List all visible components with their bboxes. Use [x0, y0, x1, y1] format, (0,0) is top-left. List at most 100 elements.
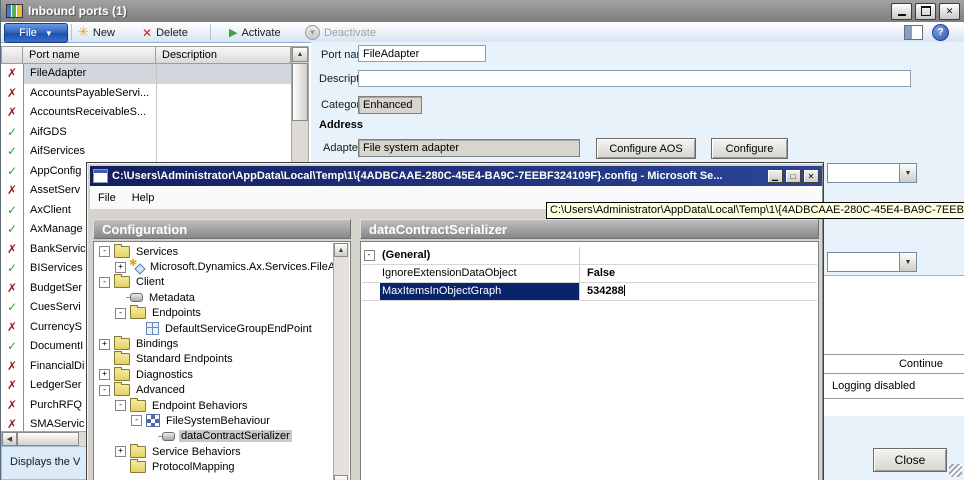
port-name-input[interactable] [358, 45, 486, 62]
scroll-thumb[interactable] [17, 432, 79, 446]
combo-value [828, 164, 899, 182]
tree-item[interactable]: +Microsoft.Dynamics.Ax.Services.FileA [95, 259, 334, 274]
port-name-column-header[interactable]: Port name [23, 46, 156, 64]
new-icon: ✳ [78, 26, 89, 39]
expand-icon[interactable]: + [99, 339, 110, 350]
combo-box-middle[interactable]: ▼ [827, 252, 917, 272]
tree-item[interactable]: - Endpoints [95, 306, 334, 321]
tree-item-label: Bindings [134, 338, 180, 350]
tree-item[interactable]: + Bindings [95, 336, 334, 351]
help-icon: ? [932, 24, 949, 41]
close-button[interactable]: Close [873, 448, 947, 472]
scroll-down-button[interactable]: ▼ [334, 475, 348, 480]
description-input[interactable] [358, 70, 911, 87]
expand-icon[interactable]: + [115, 262, 126, 273]
config-minimize-button[interactable]: ▁ [767, 169, 783, 183]
status-column-header[interactable] [1, 46, 23, 64]
tree-item-label: Endpoints [150, 307, 203, 319]
description-cell [157, 142, 291, 162]
collapse-icon[interactable]: - [99, 246, 110, 257]
port-name-cell: AccountsReceivableS... [24, 103, 157, 123]
property-group-label: (General) [380, 247, 579, 264]
path-tooltip: C:\Users\Administrator\AppData\Local\Tem… [546, 202, 964, 219]
file-menu-button[interactable]: File ▼ [4, 23, 68, 43]
collapse-icon[interactable]: - [99, 385, 110, 396]
configure-aos-button[interactable]: Configure AOS [596, 138, 696, 159]
combo-box-top[interactable]: ▼ [827, 163, 917, 183]
main-titlebar: Inbound ports (1) ✕ [1, 0, 964, 22]
config-maximize-button[interactable]: □ [785, 169, 801, 183]
tree-item[interactable]: +Service Behaviors [95, 444, 334, 459]
delete-icon: ✕ [142, 26, 152, 40]
description-cell [157, 103, 291, 123]
collapse-icon[interactable]: - [364, 250, 375, 261]
delete-button[interactable]: ✕ Delete [142, 24, 188, 41]
maximize-icon [921, 6, 931, 16]
tree-item[interactable]: -Client [95, 275, 334, 290]
scroll-up-button[interactable]: ▲ [334, 243, 348, 257]
new-label: New [93, 27, 115, 39]
tree-item[interactable]: -FileSystemBehaviour [95, 413, 334, 428]
resize-grip[interactable] [949, 464, 962, 477]
collapse-icon[interactable]: - [115, 400, 126, 411]
table-row[interactable]: ✓AifServices [1, 142, 291, 162]
active-check-icon: ✓ [1, 298, 24, 318]
property-group-row[interactable]: - (General) [362, 247, 817, 265]
scroll-left-button[interactable]: ◀ [2, 432, 17, 446]
scroll-up-button[interactable]: ▲ [292, 47, 308, 62]
expand-icon[interactable]: + [99, 369, 110, 380]
collapse-icon[interactable]: - [131, 415, 142, 426]
collapse-icon[interactable]: - [115, 308, 126, 319]
expand-icon[interactable]: + [115, 446, 126, 457]
deactivate-button[interactable]: ▼ Deactivate [305, 24, 376, 41]
tree-item-label: DefaultServiceGroupEndPoint [163, 323, 314, 335]
minimize-button[interactable] [891, 3, 912, 20]
table-row[interactable]: ✗AccountsPayableServi... [1, 84, 291, 104]
menu-file[interactable]: File [90, 189, 124, 207]
toggle-pane-button[interactable] [904, 24, 923, 41]
config-close-button[interactable]: ✕ [803, 169, 819, 183]
property-value-editing[interactable]: 534288 [579, 283, 817, 300]
inactive-x-icon: ✗ [1, 84, 24, 104]
file-menu-label: File [19, 27, 37, 39]
scroll-thumb[interactable] [292, 63, 308, 121]
help-button[interactable]: ? [932, 24, 949, 41]
port-name-cell: AccountsPayableServi... [24, 84, 157, 104]
tree-item[interactable]: ProtocolMapping [95, 459, 334, 474]
close-window-button[interactable]: ✕ [939, 3, 960, 20]
tree-vertical-scrollbar[interactable]: ▲ ▼ [333, 243, 349, 480]
dropdown-arrow-icon[interactable]: ▼ [899, 253, 916, 271]
property-value[interactable]: False [579, 265, 817, 282]
tree-item[interactable]: +Diagnostics [95, 367, 334, 382]
active-check-icon: ✓ [1, 201, 24, 221]
folder-icon [130, 461, 146, 473]
behavior-icon [146, 414, 160, 427]
tree-item[interactable]: DefaultServiceGroupEndPoint [95, 321, 334, 336]
activate-button[interactable]: ▶ Activate [229, 24, 281, 41]
description-cell [157, 123, 291, 143]
collapse-icon[interactable]: - [99, 277, 110, 288]
property-row[interactable]: IgnoreExtensionDataObject False [362, 265, 817, 283]
property-group-value [579, 247, 817, 264]
new-button[interactable]: ✳ New [78, 24, 115, 41]
tree-item[interactable]: -Advanced [95, 383, 334, 398]
dropdown-arrow-icon[interactable]: ▼ [899, 164, 916, 182]
deactivate-label: Deactivate [324, 27, 376, 39]
maximize-button[interactable] [915, 3, 936, 20]
activate-label: Activate [241, 27, 280, 39]
menu-help[interactable]: Help [124, 189, 163, 207]
folder-icon [114, 353, 130, 365]
tree-item-label: Standard Endpoints [134, 353, 235, 365]
tree-item[interactable]: Metadata [95, 290, 334, 305]
table-row[interactable]: ✓AifGDS [1, 123, 291, 143]
tree-item[interactable]: dataContractSerializer [95, 429, 334, 444]
tree-item[interactable]: Standard Endpoints [95, 352, 334, 367]
table-row[interactable]: ✗FileAdapter [1, 64, 291, 84]
property-row-selected[interactable]: MaxItemsInObjectGraph 534288 [362, 283, 817, 301]
description-column-header[interactable]: Description [156, 46, 291, 64]
configure-button[interactable]: Configure [711, 138, 788, 159]
description-cell [157, 64, 291, 84]
tree-item[interactable]: -Endpoint Behaviors [95, 398, 334, 413]
tree-item[interactable]: -Services [95, 244, 334, 259]
table-row[interactable]: ✗AccountsReceivableS... [1, 103, 291, 123]
